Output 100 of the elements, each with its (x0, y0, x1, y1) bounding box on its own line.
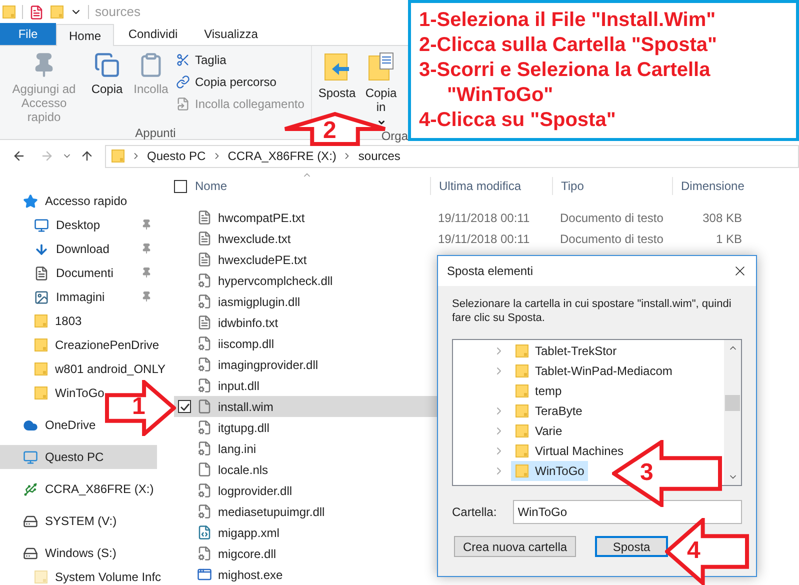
text-file-icon (197, 231, 212, 246)
file-name: logprovider.dll (218, 482, 292, 500)
file-row[interactable]: locale.nls (174, 459, 437, 480)
library-file-icon (197, 336, 212, 351)
back-icon[interactable] (12, 149, 26, 163)
file-icon (197, 462, 212, 477)
instruction-text: 3-Scorri e Seleziona la Cartella "WinToGo" (419, 58, 712, 108)
pin-icon[interactable] (141, 267, 152, 278)
ribbon-button[interactable]: Copia percorso (176, 74, 304, 90)
file-row[interactable]: logprovider.dll (174, 480, 437, 501)
file-name: locale.nls (218, 462, 268, 478)
dialog-button[interactable]: Crea nuova cartella (454, 536, 576, 557)
file-name: hypervcomplcheck.dll (218, 272, 333, 290)
folder-icon (34, 386, 48, 400)
sidebar-item[interactable]: SYSTEM (V:) (0, 509, 117, 533)
sidebar-item[interactable]: OneDrive (0, 413, 96, 437)
file-row[interactable]: iasmigplugin.dll (174, 291, 437, 312)
folder-icon (515, 344, 529, 358)
file-row[interactable]: migcore.dll (174, 543, 437, 564)
breadcrumb[interactable]: Questo PC (147, 147, 206, 165)
file-name: mediasetupuimgr.dll (218, 504, 325, 520)
table-cell-text: Documento di testo (559, 230, 664, 248)
column-header[interactable]: Tipo (552, 177, 672, 195)
folder-icon (515, 464, 529, 478)
file-row[interactable]: itgtupg.dll (174, 417, 437, 438)
library-file-icon (197, 483, 212, 498)
sidebar-item[interactable]: Documenti (0, 261, 157, 285)
file-row[interactable]: mighost.exe (174, 564, 437, 585)
file-row[interactable]: migapp.xml (174, 522, 437, 543)
select-all-checkbox[interactable] (174, 180, 187, 192)
ribbon-button[interactable]: Copia (86, 52, 128, 96)
library-file-icon (197, 357, 212, 372)
tree-item[interactable]: Virtual Machines (493, 441, 628, 461)
folder-icon (34, 314, 48, 328)
dialog-message: Selezionare la cartella in cui spostare "install.wim", quindi fare clic su Sposta. (452, 297, 732, 325)
sidebar-item[interactable]: Windows (S:) (0, 541, 116, 565)
file-row[interactable]: imagingprovider.dll (174, 354, 437, 375)
sidebar-item[interactable]: Immagini (0, 285, 157, 309)
address-field[interactable]: Questo PC CCRA_X86FRE (X:) sources (105, 144, 799, 168)
sidebar-item[interactable]: Questo PC (0, 445, 157, 469)
library-file-icon (197, 504, 212, 519)
callout-arrow (105, 380, 176, 436)
file-row[interactable]: hwexclude.txt 19/11/2018 00:11 Documento di testo 1 KB (174, 228, 799, 249)
row-checkbox[interactable] (178, 400, 191, 413)
ribbon-button[interactable]: Taglia (176, 52, 304, 68)
computer-icon (23, 450, 38, 464)
breadcrumb[interactable]: CCRA_X86FRE (X:) (228, 147, 336, 165)
pin-icon[interactable] (141, 243, 152, 254)
sidebar-item[interactable]: CreazionePenDrive (0, 333, 160, 357)
scrollbar-thumb[interactable] (725, 394, 740, 410)
tree-item[interactable]: Tablet-WinPad-Mediacom (493, 361, 676, 381)
sidebar-item[interactable]: 1803 (0, 309, 82, 333)
text-file-icon (197, 315, 212, 330)
new-folder-icon (50, 5, 64, 19)
column-header[interactable]: Dimensione (672, 177, 752, 195)
ribbon-tab[interactable]: Visualizza (192, 23, 270, 45)
ribbon-tab[interactable]: Condividi (114, 23, 192, 45)
file-row[interactable]: idwbinfo.txt (174, 312, 437, 333)
pin-icon[interactable] (141, 291, 152, 302)
up-icon[interactable] (80, 149, 94, 163)
file-name: lang.ini (218, 440, 256, 458)
sidebar-item[interactable]: WinToGo (0, 381, 104, 405)
ribbon-button[interactable]: Sposta (316, 52, 358, 100)
file-row[interactable]: iiscomp.dll (174, 333, 437, 354)
desktop-icon (34, 218, 49, 232)
library-file-icon (197, 273, 212, 288)
ribbon-tab[interactable]: Home (56, 24, 114, 46)
file-row[interactable]: hwexcludePE.txt (174, 249, 437, 270)
file-name: hwexcludePE.txt (218, 252, 307, 268)
file-row[interactable]: lang.ini (174, 438, 437, 459)
sidebar-item[interactable]: System Volume Infc (0, 565, 162, 585)
markup-file-icon (197, 525, 212, 540)
tree-item[interactable]: Tablet-TrekStor (493, 341, 621, 361)
file-row[interactable]: input.dll (174, 375, 437, 396)
sidebar-item[interactable]: CCRA_X86FRE (X:) (0, 477, 154, 501)
tree-item[interactable]: TeraByte (493, 401, 586, 421)
column-header[interactable]: Nome (195, 177, 228, 195)
folder-icon (2, 5, 16, 19)
file-row[interactable]: hypervcomplcheck.dll (174, 270, 437, 291)
folder-input[interactable]: WinToGo (512, 500, 742, 524)
file-row[interactable]: install.wim (174, 396, 437, 417)
sidebar-item[interactable]: w801 android_ONLY (0, 357, 166, 381)
file-name: install.wim (218, 398, 274, 416)
sidebar-item[interactable]: Desktop (0, 213, 157, 237)
sidebar-item[interactable]: Accesso rapido (0, 189, 128, 213)
pin-icon[interactable] (141, 219, 152, 230)
dialog-button[interactable]: Sposta (595, 536, 668, 557)
column-header[interactable]: Ultima modifica (430, 177, 552, 195)
file-name: iasmigplugin.dll (218, 294, 300, 310)
sidebar-item[interactable]: Download (0, 237, 157, 261)
scrollbar[interactable] (724, 340, 741, 485)
tree-item[interactable]: Varie (493, 421, 566, 441)
file-row[interactable]: hwcompatPE.txt 19/11/2018 00:11 Documento di testo 308 KB (174, 207, 799, 228)
file-row[interactable]: mediasetupuimgr.dll (174, 501, 437, 522)
forward-icon[interactable] (40, 149, 54, 163)
breadcrumb[interactable]: sources (358, 147, 400, 165)
file-name: itgtupg.dll (218, 420, 270, 436)
folder-icon (111, 149, 125, 163)
ribbon-tab[interactable]: File (0, 23, 56, 45)
tree-item[interactable]: temp (493, 381, 566, 401)
